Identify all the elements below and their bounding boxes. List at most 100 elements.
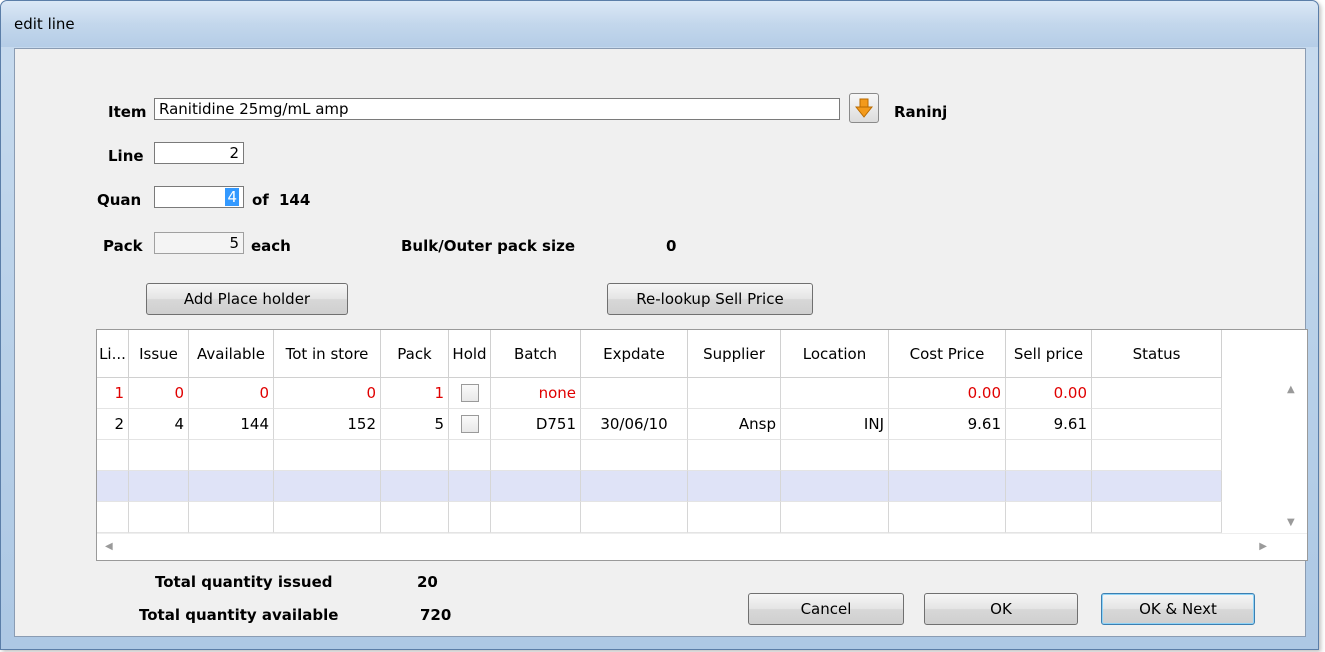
table-cell (491, 471, 581, 502)
orange-down-arrow-icon (855, 98, 873, 118)
table-cell (97, 471, 129, 502)
ok-next-button[interactable]: OK & Next (1101, 593, 1255, 625)
table-cell: none (491, 378, 581, 409)
scroll-left-icon[interactable]: ◀ (105, 541, 113, 552)
table-cell (581, 502, 688, 533)
quan-value: 4 (225, 188, 239, 206)
pack-field: 5 (154, 232, 244, 254)
scroll-down-icon[interactable]: ▼ (1287, 517, 1295, 528)
line-label: Line (108, 147, 144, 165)
column-header[interactable]: Sell price (1006, 330, 1092, 378)
table-cell (449, 409, 491, 440)
table-cell: 9.61 (1006, 409, 1092, 440)
quan-total: 144 (279, 191, 311, 209)
table-cell: 0.00 (1006, 378, 1092, 409)
column-header[interactable]: Cost Price (889, 330, 1006, 378)
table-cell (1092, 502, 1222, 533)
table-cell (581, 471, 688, 502)
batch-table[interactable]: Li... Issue Available Tot in store Pack Hold B… (96, 329, 1308, 561)
column-header[interactable]: Batch (491, 330, 581, 378)
empty-table-row[interactable] (97, 502, 1222, 533)
table-cell (491, 502, 581, 533)
table-cell: D751 (491, 409, 581, 440)
table-cell: 4 (129, 409, 189, 440)
empty-table-row[interactable] (97, 471, 1222, 502)
table-row[interactable]: 1 0 0 0 1 none 0.00 0.00 (97, 378, 1222, 409)
table-cell (449, 502, 491, 533)
table-cell (1092, 378, 1222, 409)
table-cell (781, 471, 889, 502)
bulk-pack-value: 0 (666, 237, 677, 255)
pack-unit: each (251, 237, 291, 255)
table-cell (1092, 471, 1222, 502)
bulk-pack-label: Bulk/Outer pack size (401, 237, 576, 255)
table-cell (274, 440, 381, 471)
table-cell: 1 (381, 378, 449, 409)
empty-table-row[interactable] (97, 440, 1222, 471)
quan-field[interactable]: 4 (154, 186, 244, 208)
vertical-scrollbar[interactable]: ▲ ▼ (1277, 378, 1307, 534)
table-cell (1006, 471, 1092, 502)
table-cell (688, 440, 781, 471)
table-cell: 0 (189, 378, 274, 409)
column-header[interactable]: Issue (129, 330, 189, 378)
column-header[interactable]: Pack (381, 330, 449, 378)
horizontal-scrollbar[interactable]: ◀ ▶ (97, 533, 1307, 560)
table-cell (688, 502, 781, 533)
column-header[interactable]: Tot in store (274, 330, 381, 378)
table-cell (781, 502, 889, 533)
table-cell: 2 (97, 409, 129, 440)
add-placeholder-button[interactable]: Add Place holder (146, 283, 348, 315)
table-cell (381, 440, 449, 471)
scroll-up-icon[interactable]: ▲ (1287, 384, 1295, 395)
table-cell: INJ (781, 409, 889, 440)
ok-button[interactable]: OK (924, 593, 1078, 625)
table-cell (688, 378, 781, 409)
table-cell (274, 471, 381, 502)
scroll-right-icon[interactable]: ▶ (1259, 541, 1267, 552)
table-cell (189, 502, 274, 533)
item-field[interactable]: Ranitidine 25mg/mL amp (154, 98, 840, 120)
table-cell: 0.00 (889, 378, 1006, 409)
table-cell (581, 440, 688, 471)
column-header[interactable]: Status (1092, 330, 1222, 378)
table-cell (449, 378, 491, 409)
window-title: edit line (14, 15, 75, 33)
column-header[interactable]: Supplier (688, 330, 781, 378)
table-cell (1006, 502, 1092, 533)
quan-of-label: of (252, 191, 269, 209)
item-lookup-button[interactable] (849, 93, 879, 123)
table-cell (129, 440, 189, 471)
total-issued-label: Total quantity issued (155, 573, 333, 591)
table-cell: 5 (381, 409, 449, 440)
total-issued-value: 20 (417, 573, 438, 591)
edit-line-window: edit line Item Ranitidine 25mg/mL amp Ra… (0, 0, 1319, 650)
hold-checkbox[interactable] (460, 383, 479, 402)
column-header[interactable]: Li... (97, 330, 129, 378)
table-cell (781, 378, 889, 409)
table-cell (449, 471, 491, 502)
table-cell: 0 (274, 378, 381, 409)
table-cell (381, 471, 449, 502)
table-cell: 9.61 (889, 409, 1006, 440)
line-field[interactable]: 2 (154, 142, 244, 164)
relookup-sell-price-button[interactable]: Re-lookup Sell Price (607, 283, 813, 315)
table-cell (97, 502, 129, 533)
total-available-value: 720 (420, 606, 452, 624)
table-cell: 1 (97, 378, 129, 409)
table-row[interactable]: 2 4 144 152 5 D751 30/06/10 Ansp INJ 9.61 9.61 (97, 409, 1222, 440)
table-cell (381, 502, 449, 533)
column-header[interactable]: Expdate (581, 330, 688, 378)
table-cell: 30/06/10 (581, 409, 688, 440)
column-header[interactable]: Available (189, 330, 274, 378)
table-cell (491, 440, 581, 471)
hold-checkbox[interactable] (460, 414, 479, 433)
table-cell (1006, 440, 1092, 471)
table-cell (781, 440, 889, 471)
column-header[interactable]: Hold (449, 330, 491, 378)
title-bar[interactable]: edit line (1, 1, 1318, 47)
table-cell (274, 502, 381, 533)
column-header[interactable]: Location (781, 330, 889, 378)
cancel-button[interactable]: Cancel (748, 593, 904, 625)
table-cell (889, 440, 1006, 471)
